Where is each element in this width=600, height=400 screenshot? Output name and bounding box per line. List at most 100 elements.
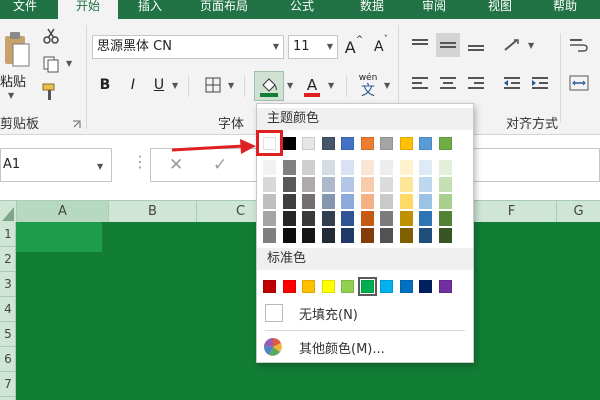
- decrease-indent-button[interactable]: [500, 71, 524, 95]
- theme-shade-swatch[interactable]: [380, 228, 393, 243]
- row-header-4[interactable]: 4: [0, 297, 16, 322]
- standard-color-swatch[interactable]: [357, 277, 377, 296]
- align-left-button[interactable]: [408, 71, 432, 95]
- standard-color-swatch[interactable]: [380, 280, 393, 293]
- theme-shade-swatch[interactable]: [380, 211, 393, 226]
- tab-view[interactable]: 视图: [478, 0, 522, 19]
- theme-shade-swatch[interactable]: [263, 211, 276, 226]
- theme-shade-swatch[interactable]: [321, 177, 335, 192]
- theme-shade-swatch[interactable]: [438, 211, 452, 226]
- theme-color-swatch[interactable]: [282, 137, 296, 150]
- theme-shade-swatch[interactable]: [341, 177, 354, 192]
- tab-review[interactable]: 审阅: [412, 0, 456, 19]
- theme-shade-swatch[interactable]: [321, 160, 335, 175]
- cut-button[interactable]: [40, 25, 62, 47]
- theme-shade-swatch[interactable]: [380, 160, 393, 175]
- row-header-3[interactable]: 3: [0, 272, 16, 297]
- active-cell-a1[interactable]: [16, 222, 102, 252]
- theme-shade-swatch[interactable]: [360, 177, 374, 192]
- more-colors-menu-item[interactable]: 其他颜色(M)...: [257, 334, 473, 360]
- theme-shade-swatch[interactable]: [419, 160, 432, 175]
- standard-color-swatch[interactable]: [263, 280, 276, 293]
- font-color-button[interactable]: A: [300, 73, 324, 101]
- standard-color-swatch[interactable]: [438, 280, 452, 293]
- theme-shade-swatch[interactable]: [438, 194, 452, 209]
- theme-shade-swatch[interactable]: [419, 177, 432, 192]
- theme-shade-swatch[interactable]: [282, 177, 296, 192]
- theme-shade-swatch[interactable]: [321, 211, 335, 226]
- theme-shade-swatch[interactable]: [302, 177, 315, 192]
- name-box-dropdown-arrow[interactable]: ▼: [97, 162, 103, 171]
- standard-color-swatch[interactable]: [321, 280, 335, 293]
- theme-shade-swatch[interactable]: [282, 228, 296, 243]
- theme-shade-swatch[interactable]: [302, 194, 315, 209]
- tab-formulas[interactable]: 公式: [280, 0, 324, 19]
- theme-color-swatch[interactable]: [438, 137, 452, 150]
- bold-button[interactable]: B: [96, 73, 114, 97]
- theme-shade-swatch[interactable]: [438, 228, 452, 243]
- theme-shade-swatch[interactable]: [282, 160, 296, 175]
- tab-help[interactable]: 帮助: [540, 0, 590, 19]
- theme-shade-swatch[interactable]: [263, 194, 276, 209]
- theme-shade-swatch[interactable]: [263, 228, 276, 243]
- theme-shade-swatch[interactable]: [341, 228, 354, 243]
- theme-shade-swatch[interactable]: [282, 211, 296, 226]
- theme-shade-swatch[interactable]: [399, 211, 413, 226]
- format-painter-button[interactable]: [40, 81, 62, 103]
- borders-button[interactable]: [202, 74, 224, 96]
- theme-color-swatch[interactable]: [419, 137, 432, 150]
- theme-shade-swatch[interactable]: [302, 211, 315, 226]
- no-fill-menu-item[interactable]: 无填充(N): [257, 300, 473, 326]
- standard-color-swatch[interactable]: [419, 280, 432, 293]
- theme-shade-swatch[interactable]: [419, 211, 432, 226]
- decrease-font-size-button[interactable]: Aˇ: [370, 35, 392, 59]
- standard-color-swatch[interactable]: [399, 280, 413, 293]
- merge-center-button[interactable]: [566, 71, 592, 95]
- underline-dropdown-arrow[interactable]: ▼: [172, 81, 178, 90]
- increase-indent-button[interactable]: [528, 71, 552, 95]
- theme-shade-swatch[interactable]: [341, 160, 354, 175]
- theme-shade-swatch[interactable]: [360, 160, 374, 175]
- row-header-6[interactable]: 6: [0, 347, 16, 372]
- theme-shade-swatch[interactable]: [360, 228, 374, 243]
- increase-font-size-button[interactable]: A ^: [343, 35, 365, 59]
- confirm-icon[interactable]: ✓: [213, 155, 227, 175]
- theme-color-swatch[interactable]: [380, 137, 393, 150]
- theme-shade-swatch[interactable]: [399, 160, 413, 175]
- standard-color-swatch[interactable]: [302, 280, 315, 293]
- fill-color-dropdown-arrow[interactable]: ▼: [287, 81, 293, 90]
- borders-dropdown-arrow[interactable]: ▼: [228, 81, 234, 90]
- theme-color-swatch[interactable]: [399, 137, 413, 150]
- bottom-align-button[interactable]: [464, 33, 488, 57]
- theme-shade-swatch[interactable]: [302, 160, 315, 175]
- font-size-dropdown-arrow[interactable]: ▼: [327, 36, 333, 58]
- theme-shade-swatch[interactable]: [419, 228, 432, 243]
- theme-shade-swatch[interactable]: [399, 177, 413, 192]
- paste-dropdown-arrow[interactable]: ▼: [8, 91, 14, 100]
- column-header-a[interactable]: A: [16, 201, 108, 223]
- theme-shade-swatch[interactable]: [341, 211, 354, 226]
- theme-shade-swatch[interactable]: [380, 177, 393, 192]
- theme-shade-swatch[interactable]: [399, 228, 413, 243]
- theme-shade-swatch[interactable]: [321, 228, 335, 243]
- row-header-2[interactable]: 2: [0, 247, 16, 272]
- theme-shade-swatch[interactable]: [302, 228, 315, 243]
- align-right-button[interactable]: [464, 71, 488, 95]
- paste-button[interactable]: [0, 27, 32, 73]
- theme-shade-swatch[interactable]: [263, 160, 276, 175]
- theme-shade-swatch[interactable]: [399, 194, 413, 209]
- cancel-icon[interactable]: ✕: [169, 155, 183, 175]
- theme-shade-swatch[interactable]: [282, 194, 296, 209]
- theme-shade-swatch[interactable]: [380, 194, 393, 209]
- top-align-button[interactable]: [408, 33, 432, 57]
- theme-color-swatch[interactable]: [360, 137, 374, 150]
- theme-color-swatch[interactable]: [341, 137, 354, 150]
- column-header-g[interactable]: G: [556, 201, 600, 223]
- font-color-dropdown-arrow[interactable]: ▼: [328, 81, 334, 90]
- tab-home[interactable]: 开始: [58, 0, 118, 19]
- dialog-launcher-icon[interactable]: [72, 120, 81, 129]
- tab-file[interactable]: 文件: [0, 0, 50, 19]
- theme-shade-swatch[interactable]: [341, 194, 354, 209]
- name-box[interactable]: A1 ▼: [0, 148, 112, 182]
- fill-color-button[interactable]: [254, 71, 284, 101]
